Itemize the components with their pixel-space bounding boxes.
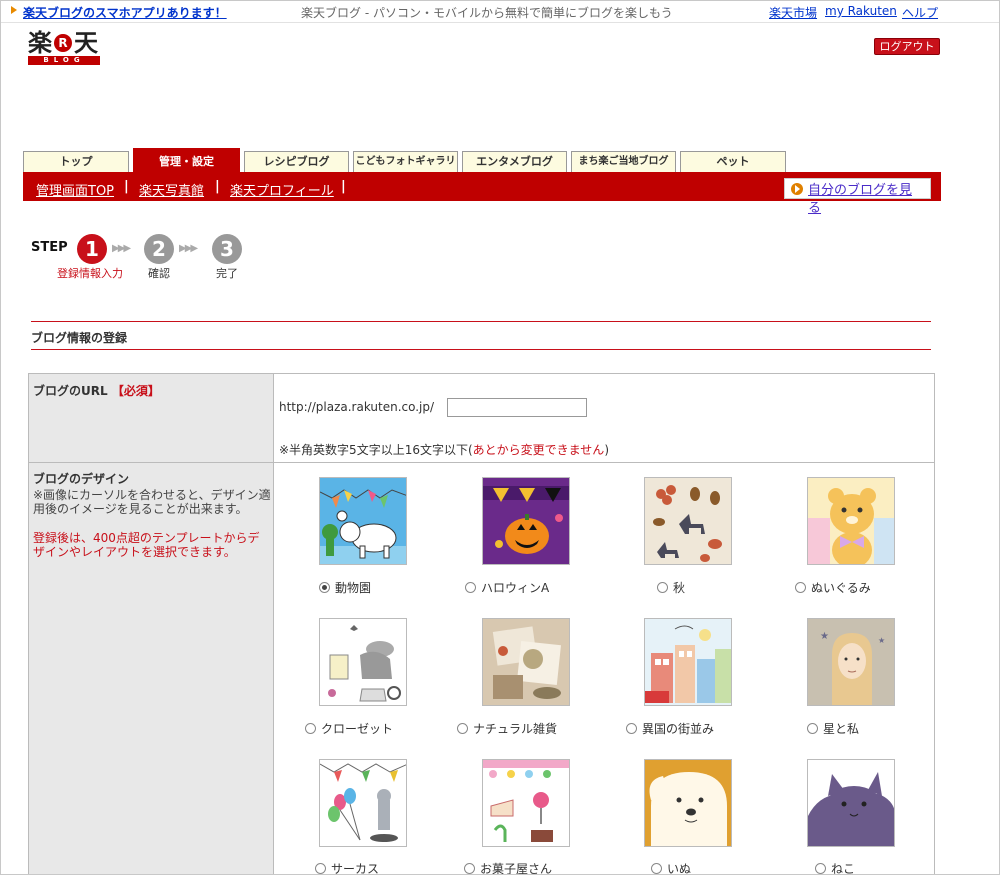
- separator: |: [124, 179, 129, 194]
- radio-icon[interactable]: [457, 723, 468, 734]
- radio-icon[interactable]: [815, 863, 826, 874]
- design-thumb-cat[interactable]: [807, 759, 895, 847]
- design-option-closet[interactable]: クローゼット: [305, 720, 393, 737]
- my-rakuten-link[interactable]: my Rakuten: [825, 4, 897, 18]
- sweets-illustration-icon: [483, 760, 569, 846]
- radio-icon[interactable]: [319, 582, 330, 593]
- tab-pet[interactable]: ペット: [680, 151, 786, 173]
- top-bar: 楽天ブログのスマホアプリあります！ 楽天ブログ - パソコン・モバイルから無料で…: [1, 1, 999, 23]
- step-3-label: 完了: [216, 267, 238, 280]
- page-frame: 楽天ブログのスマホアプリあります！ 楽天ブログ - パソコン・モバイルから無料で…: [0, 0, 1000, 875]
- tab-management-settings[interactable]: 管理・設定: [133, 148, 240, 173]
- design-thumb-foreign-town[interactable]: [644, 618, 732, 706]
- radio-icon[interactable]: [315, 863, 326, 874]
- design-thumb-stuffed-toy[interactable]: [807, 477, 895, 565]
- design-thumb-dog[interactable]: [644, 759, 732, 847]
- design-option-candy-shop[interactable]: お菓子屋さん: [464, 860, 552, 874]
- site-tagline: 楽天ブログ - パソコン・モバイルから無料で簡単にブログを楽しもう: [301, 6, 673, 20]
- design-hint: ※画像にカーソルを合わせると、デザイン適用後のイメージを見ることが出来ます。: [33, 488, 271, 516]
- step-1-label: 登録情報入力: [57, 267, 123, 280]
- town-illustration-icon: [645, 619, 731, 705]
- design-thumb-natural-goods[interactable]: [482, 618, 570, 706]
- closet-illustration-icon: [320, 619, 406, 705]
- help-link[interactable]: ヘルプ: [902, 4, 938, 21]
- tab-entertainment-blog[interactable]: エンタメブログ: [462, 151, 567, 173]
- tab-top[interactable]: トップ: [23, 151, 129, 173]
- radio-icon[interactable]: [657, 582, 668, 593]
- step-arrows: ▶▶▶: [112, 243, 131, 254]
- step-2-label: 確認: [148, 267, 170, 280]
- radio-icon[interactable]: [626, 723, 637, 734]
- step-3-circle: 3: [212, 234, 242, 264]
- label-column: [29, 374, 274, 874]
- tab-local-blog[interactable]: まち楽ご当地ブログ: [571, 151, 676, 173]
- arrow-right-icon: [11, 6, 17, 14]
- logout-button[interactable]: ログアウト: [874, 38, 940, 55]
- admin-top-link[interactable]: 管理画面TOP: [36, 180, 114, 199]
- separator: |: [215, 179, 220, 194]
- url-prefix: http://plaza.rakuten.co.jp/: [279, 400, 435, 414]
- radio-icon[interactable]: [305, 723, 316, 734]
- design-thumb-circus[interactable]: [319, 759, 407, 847]
- design-thumb-autumn[interactable]: [644, 477, 732, 565]
- radio-icon[interactable]: [795, 582, 806, 593]
- row-divider: [29, 462, 934, 463]
- design-option-circus[interactable]: サーカス: [315, 860, 379, 874]
- cat-illustration-icon: [808, 760, 894, 846]
- radio-icon[interactable]: [464, 863, 475, 874]
- design-option-natural-goods[interactable]: ナチュラル雑貨: [457, 720, 557, 737]
- design-option-dog[interactable]: いぬ: [651, 860, 691, 874]
- girl-illustration-icon: ★ ★: [808, 619, 894, 705]
- url-rule-note: ※半角英数字5文字以上16文字以下(あとから変更できません): [279, 443, 609, 457]
- step-2-circle: 2: [144, 234, 174, 264]
- design-option-foreign-town[interactable]: 異国の街並み: [626, 720, 714, 737]
- radio-icon[interactable]: [807, 723, 818, 734]
- profile-link[interactable]: 楽天プロフィール: [230, 180, 334, 199]
- tab-recipe-blog[interactable]: レシピブログ: [244, 151, 349, 173]
- step-label: STEP: [31, 240, 68, 255]
- rakuten-blog-logo[interactable]: 楽 R 天 BLOG: [28, 31, 100, 65]
- design-option-stuffed-toy[interactable]: ぬいぐるみ: [795, 579, 871, 596]
- separator: |: [341, 179, 346, 194]
- blog-url-label: ブログのURL 【必須】: [33, 384, 160, 398]
- main-tabs: トップ 管理・設定 レシピブログ こどもフォトギャラリー エンタメブログ まち楽…: [23, 148, 941, 187]
- svg-text:★: ★: [820, 631, 829, 642]
- design-thumb-zoo[interactable]: [319, 477, 407, 565]
- design-thumb-closet[interactable]: [319, 618, 407, 706]
- design-template-note: 登録後は、400点超のテンプレートからデザインやレイアウトを選択できます。: [33, 531, 260, 559]
- design-option-star-and-me[interactable]: 星と私: [807, 720, 859, 737]
- section-title: ブログ情報の登録: [31, 331, 128, 345]
- dog-illustration-icon: [645, 760, 731, 846]
- halloween-illustration-icon: [483, 478, 569, 564]
- arrow-circle-icon: [791, 183, 803, 195]
- step-arrows: ▶▶▶: [179, 243, 198, 254]
- rakuten-ichiba-link[interactable]: 楽天市場: [769, 4, 817, 21]
- design-option-cat[interactable]: ねこ: [815, 860, 855, 874]
- autumn-illustration-icon: [645, 478, 731, 564]
- step-1-circle: 1: [77, 234, 107, 264]
- view-my-blog-link[interactable]: 自分のブログを見る: [808, 182, 923, 218]
- design-option-autumn[interactable]: 秋: [657, 579, 685, 596]
- design-option-halloween[interactable]: ハロウィンA: [465, 579, 549, 596]
- design-option-zoo[interactable]: 動物園: [319, 579, 371, 596]
- radio-icon[interactable]: [651, 863, 662, 874]
- circus-illustration-icon: [320, 760, 406, 846]
- design-thumb-halloween[interactable]: [482, 477, 570, 565]
- smartphone-app-link[interactable]: 楽天ブログのスマホアプリあります！: [23, 4, 227, 21]
- blog-url-input[interactable]: [447, 398, 587, 417]
- teddy-bear-illustration-icon: [808, 478, 894, 564]
- natural-goods-illustration-icon: [483, 619, 569, 705]
- section-rule-top: [31, 321, 931, 322]
- photo-gallery-link[interactable]: 楽天写真館: [139, 180, 204, 199]
- zoo-illustration-icon: [320, 478, 406, 564]
- required-mark: 【必須】: [111, 384, 160, 398]
- blog-design-label: ブログのデザイン: [33, 472, 130, 486]
- design-thumb-candy-shop[interactable]: [482, 759, 570, 847]
- design-thumb-star-and-me[interactable]: ★ ★: [807, 618, 895, 706]
- svg-text:★: ★: [878, 636, 885, 645]
- radio-icon[interactable]: [465, 582, 476, 593]
- section-rule-bottom: [31, 349, 931, 350]
- tab-kids-photo-gallery[interactable]: こどもフォトギャラリー: [353, 151, 458, 187]
